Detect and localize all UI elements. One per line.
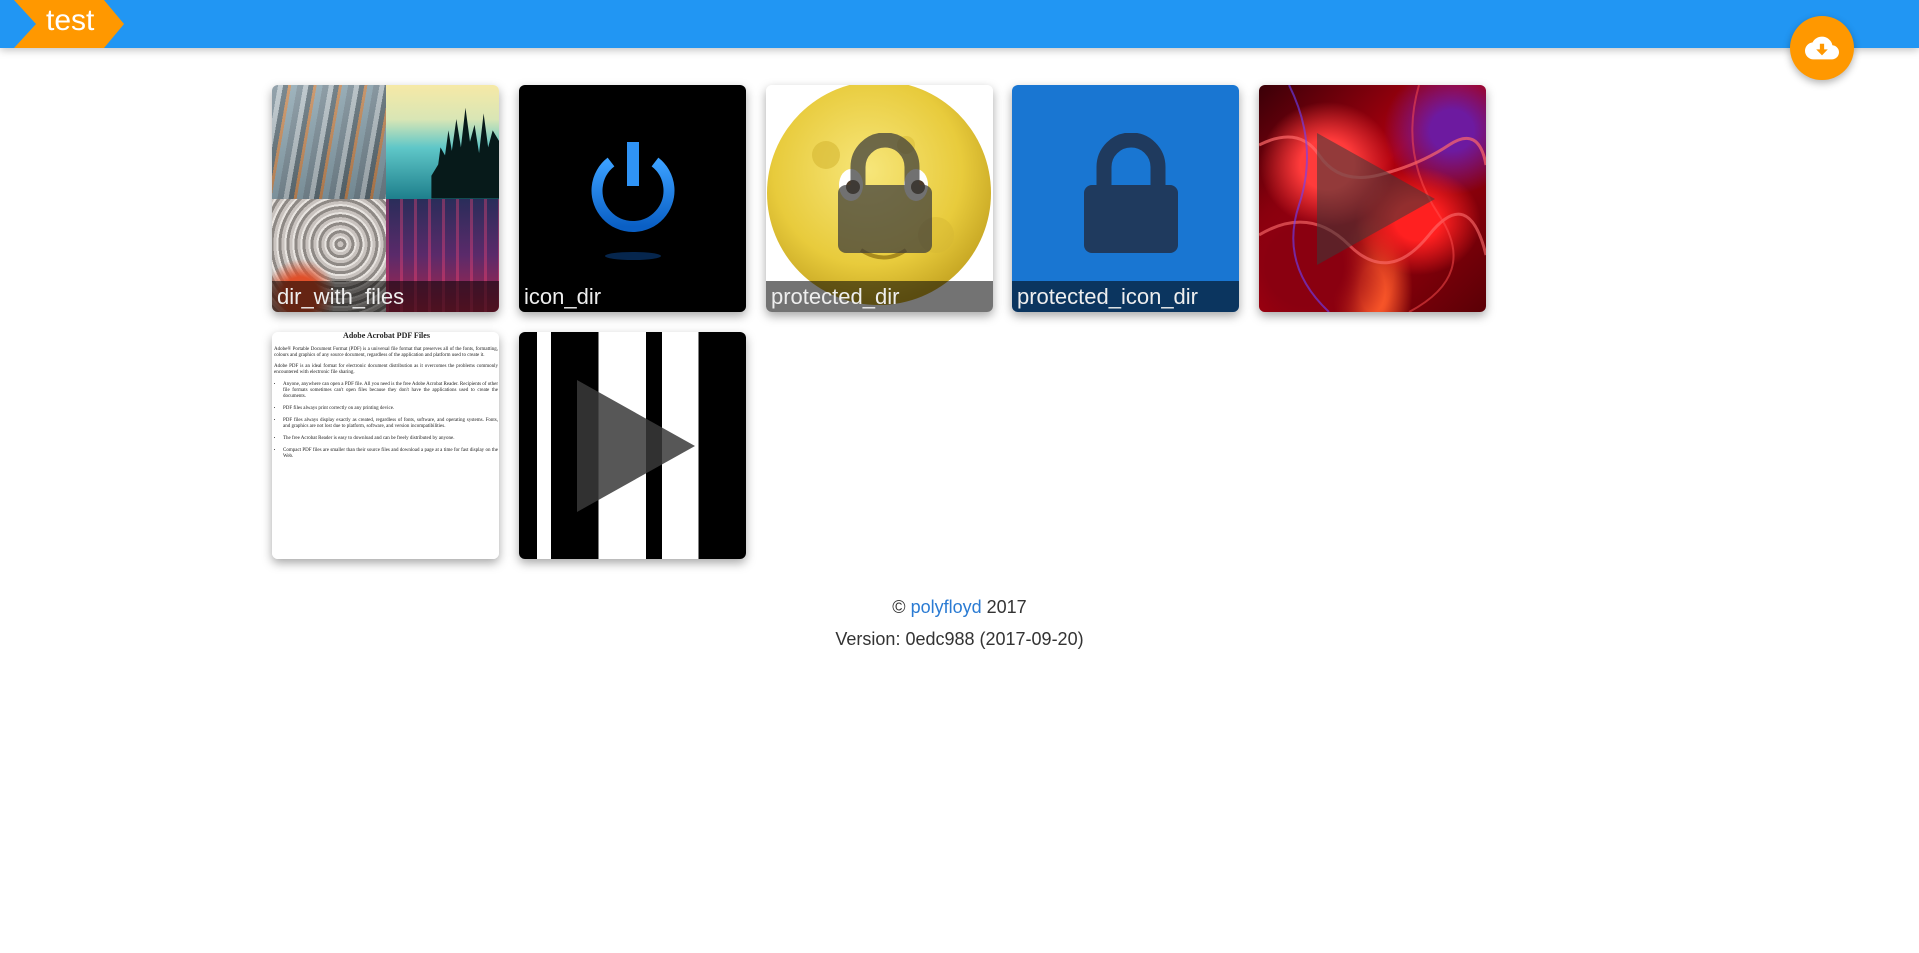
thumbnail-blue <box>1012 85 1239 312</box>
gallery-item-protected-dir[interactable]: protected_dir <box>766 85 993 312</box>
pdf-bullet: PDF files always print correctly on any … <box>283 406 498 412</box>
item-label: icon_dir <box>519 281 746 312</box>
cloud-download-icon <box>1805 36 1839 60</box>
play-icon <box>1317 133 1435 265</box>
lock-icon <box>838 133 932 253</box>
pdf-bullet: Anyone, anywhere can open a PDF file. Al… <box>283 382 498 400</box>
footer-copyright: © polyfloyd 2017 <box>0 596 1919 618</box>
footer-version: Version: 0edc988 (2017-09-20) <box>835 629 1084 649</box>
item-label: protected_icon_dir <box>1012 281 1239 312</box>
gallery-item-pdf[interactable]: Adobe Acrobat PDF Files Adobe® Portable … <box>272 332 499 559</box>
gallery-item-icon-dir[interactable]: icon_dir <box>519 85 746 312</box>
thumbnail-pdf-page: Adobe Acrobat PDF Files Adobe® Portable … <box>272 332 499 559</box>
thumbnail-collage <box>272 85 499 312</box>
top-bar: test <box>0 0 1919 48</box>
thumbnail-bars <box>519 332 746 559</box>
copyright-symbol: © <box>892 597 906 617</box>
gallery-item-video-bars[interactable] <box>519 332 746 559</box>
thumbnail-power <box>519 85 746 312</box>
play-icon <box>577 380 695 512</box>
pdf-title: Adobe Acrobat PDF Files <box>343 332 430 340</box>
breadcrumb-label[interactable]: test <box>46 0 94 42</box>
power-icon <box>591 141 674 260</box>
gallery-item-dir-with-files[interactable]: dir_with_files <box>272 85 499 312</box>
gallery-item-protected-icon-dir[interactable]: protected_icon_dir <box>1012 85 1239 312</box>
copyright-year: 2017 <box>986 597 1027 617</box>
thumbnail-moon <box>766 85 993 312</box>
item-label: dir_with_files <box>272 281 499 312</box>
pdf-bullet: PDF files always display exactly as crea… <box>283 418 498 430</box>
upload-button[interactable] <box>1790 16 1854 80</box>
pdf-bullet: Compact PDF files are smaller than their… <box>283 448 498 460</box>
pdf-bullet: The free Acrobat Reader is easy to downl… <box>283 436 498 442</box>
gallery-item-video[interactable] <box>1259 85 1486 312</box>
thumbnail-red-plasma <box>1259 85 1486 312</box>
pdf-paragraph: Adobe PDF is an ideal format for electro… <box>274 364 498 375</box>
author-link[interactable]: polyfloyd <box>911 597 982 617</box>
lock-icon <box>1084 133 1178 253</box>
pdf-paragraph: Adobe® Portable Document Format (PDF) is… <box>274 347 498 358</box>
item-label: protected_dir <box>766 281 993 312</box>
